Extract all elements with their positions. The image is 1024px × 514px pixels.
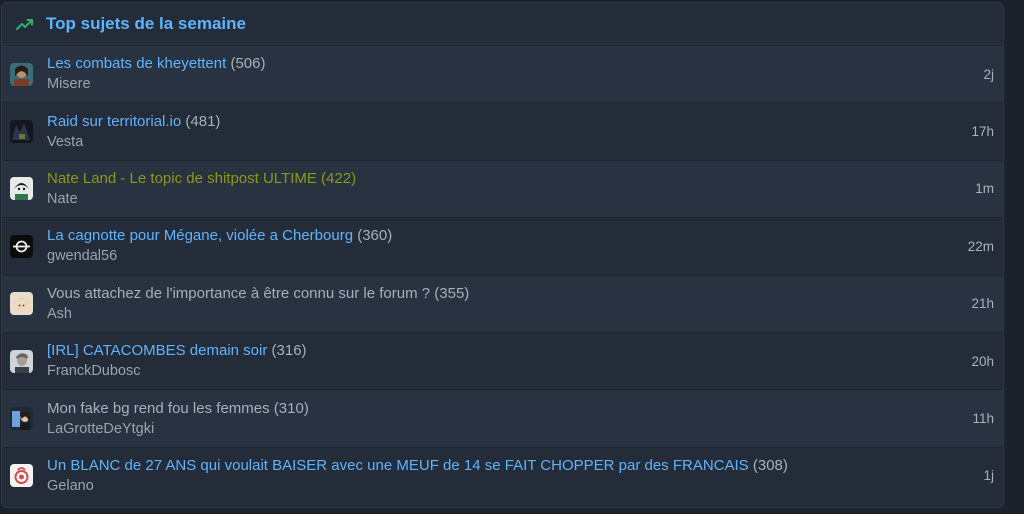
- last-activity-time: 1m: [975, 181, 994, 197]
- topic-link[interactable]: Vous attachez de l'importance à être con…: [47, 285, 430, 302]
- topic-row[interactable]: La cagnotte pour Mégane, violée a Cherbo…: [2, 217, 1003, 275]
- topic-link[interactable]: [IRL] CATACOMBES demain soir: [47, 342, 267, 359]
- avatar-gelano[interactable]: [10, 464, 33, 488]
- last-activity-time: 2j: [983, 66, 994, 82]
- reply-count: (360): [357, 227, 393, 245]
- topic-author[interactable]: Misere: [47, 76, 983, 93]
- last-activity-time: 20h: [971, 353, 994, 369]
- top-topics-panel: Top sujets de la semaine Les combats de …: [1, 2, 1004, 508]
- last-activity-time: 1j: [983, 468, 994, 484]
- last-activity-time: 11h: [972, 411, 994, 427]
- topic-row[interactable]: Les combats de kheyettent (506) Misere 2…: [2, 45, 1003, 103]
- topic-row[interactable]: Nate Land - Le topic de shitpost ULTIME …: [2, 159, 1003, 218]
- topic-author[interactable]: Nate: [47, 191, 975, 208]
- panel-header: Top sujets de la semaine: [2, 3, 1003, 45]
- topic-author[interactable]: FranckDubosc: [47, 363, 971, 380]
- topic-row[interactable]: Mon fake bg rend fou les femmes (310) La…: [2, 389, 1003, 447]
- topic-link[interactable]: Mon fake bg rend fou les femmes: [47, 400, 270, 417]
- topic-author[interactable]: gwendal56: [47, 248, 968, 265]
- topic-link[interactable]: Raid sur territorial.io: [47, 113, 181, 130]
- topic-link[interactable]: Nate Land - Le topic de shitpost ULTIME: [47, 170, 317, 187]
- topic-row[interactable]: Vous attachez de l'importance à être con…: [2, 274, 1003, 332]
- reply-count: (308): [752, 456, 788, 474]
- reply-count: (506): [230, 55, 266, 73]
- reply-count: (481): [185, 112, 221, 130]
- avatar-misere[interactable]: [10, 62, 33, 86]
- topic-author[interactable]: Vesta: [47, 134, 971, 151]
- trending-up-icon: [16, 17, 34, 31]
- reply-count: (310): [273, 399, 309, 417]
- avatar-nate[interactable]: [10, 177, 33, 201]
- topic-author[interactable]: LaGrotteDeYtgki: [47, 421, 972, 438]
- panel-title: Top sujets de la semaine: [46, 13, 246, 33]
- last-activity-time: 22m: [967, 238, 994, 254]
- topic-row[interactable]: [IRL] CATACOMBES demain soir (316) Franc…: [2, 331, 1003, 390]
- reply-count: (316): [271, 342, 307, 360]
- avatar-lagrottedeytgki[interactable]: [10, 407, 33, 431]
- topic-row[interactable]: Un BLANC de 27 ANS qui voulait BAISER av…: [2, 446, 1003, 505]
- avatar-franckdubosc[interactable]: [10, 349, 33, 373]
- avatar-gwendal56[interactable]: [10, 234, 33, 258]
- avatar-vesta[interactable]: [10, 120, 33, 144]
- reply-count: (422): [321, 169, 357, 187]
- avatar-ash[interactable]: [10, 292, 33, 316]
- reply-count: (355): [434, 284, 470, 302]
- topic-author[interactable]: Gelano: [47, 478, 983, 495]
- last-activity-time: 17h: [971, 124, 994, 140]
- last-activity-time: 21h: [971, 296, 994, 312]
- topic-link[interactable]: La cagnotte pour Mégane, violée a Cherbo…: [47, 227, 353, 244]
- topic-link[interactable]: Un BLANC de 27 ANS qui voulait BAISER av…: [47, 457, 749, 474]
- topic-row[interactable]: Raid sur territorial.io (481) Vesta 17h: [2, 102, 1003, 160]
- topic-author[interactable]: Ash: [47, 306, 971, 323]
- topic-link[interactable]: Les combats de kheyettent: [47, 55, 226, 72]
